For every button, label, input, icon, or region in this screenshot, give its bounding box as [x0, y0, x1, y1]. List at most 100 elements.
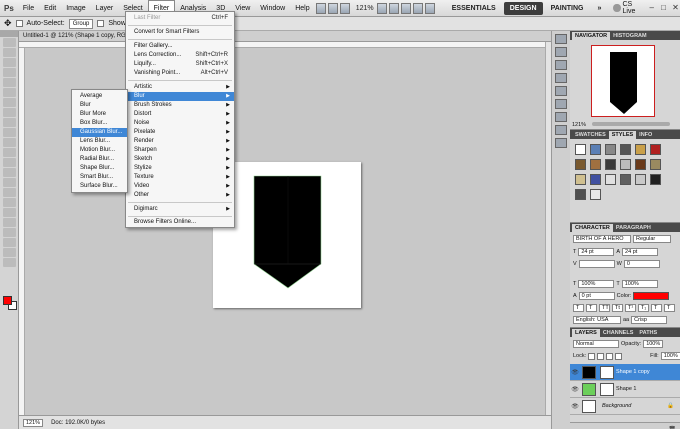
auto-select-checkbox[interactable]	[15, 20, 23, 27]
style-swatch[interactable]	[604, 174, 616, 185]
style-swatch[interactable]	[575, 174, 586, 185]
menu-sketch[interactable]: Sketch ▶	[126, 155, 234, 164]
menu-render[interactable]: Render ▶	[126, 137, 234, 146]
blur-box-blur[interactable]: Box Blur...	[72, 119, 127, 128]
layer-row-shape-1-copy[interactable]: 👁 Shape 1 copy	[570, 364, 680, 381]
panel-icon-6[interactable]	[555, 99, 567, 109]
bridge-icon[interactable]	[315, 2, 326, 14]
style-swatch[interactable]	[619, 144, 631, 155]
faux-bold-button[interactable]: T	[573, 304, 584, 312]
style-swatch[interactable]	[589, 174, 601, 185]
menu-distort[interactable]: Distort ▶	[126, 110, 234, 119]
workspace-essentials[interactable]: ESSENTIALS	[446, 2, 502, 15]
style-swatch[interactable]	[589, 144, 601, 155]
lasso-tool[interactable]	[3, 58, 16, 67]
brush-tool[interactable]	[3, 108, 16, 117]
type-tool[interactable]	[3, 188, 16, 197]
horizontal-scale-field[interactable]: 100%	[621, 280, 658, 288]
blur-gaussian-blur[interactable]: Gaussian Blur...	[72, 128, 127, 137]
default-colors-tool[interactable]	[3, 258, 16, 267]
lock-transparent-icon[interactable]	[588, 352, 596, 360]
font-style-dropdown[interactable]: Regular	[633, 235, 671, 243]
lock-image-icon[interactable]	[597, 352, 605, 360]
menu-image[interactable]: Image	[61, 0, 90, 17]
tab-navigator[interactable]: NAVIGATOR	[572, 32, 611, 40]
strikethrough-button[interactable]: T	[664, 304, 675, 312]
move-tool-icon[interactable]: ✥	[4, 18, 12, 29]
more-workspaces-button[interactable]: »	[592, 2, 608, 15]
tab-paragraph[interactable]: PARAGRAPH	[613, 224, 654, 232]
menu-file[interactable]: File	[18, 0, 39, 17]
visibility-eye-icon[interactable]: 👁	[570, 386, 580, 393]
blur-radial-blur[interactable]: Radial Blur...	[72, 155, 127, 164]
panel-icon-7[interactable]	[555, 112, 567, 122]
history-brush-tool[interactable]	[3, 128, 16, 137]
tab-layers[interactable]: LAYERS	[572, 329, 600, 337]
vertical-scale-field[interactable]: 100%	[578, 280, 615, 288]
style-swatch[interactable]	[589, 189, 601, 200]
move-tool[interactable]	[3, 38, 16, 47]
menu-filter-gallery[interactable]: Filter Gallery...	[126, 42, 234, 51]
tracking-field[interactable]: 0	[623, 260, 660, 268]
font-size-field[interactable]: 24 pt	[578, 248, 615, 256]
menu-help[interactable]: Help	[290, 0, 314, 17]
style-swatch[interactable]	[619, 174, 631, 185]
style-swatch[interactable]	[634, 144, 646, 155]
menu-noise[interactable]: Noise ▶	[126, 119, 234, 128]
style-swatch[interactable]	[619, 159, 631, 170]
menu-last-filter[interactable]: Last Filter Ctrl+F	[126, 14, 234, 23]
menu-browse-filters-online[interactable]: Browse Filters Online...	[126, 218, 234, 227]
screen-mode-icon[interactable]	[424, 2, 435, 14]
style-swatch[interactable]	[649, 144, 661, 155]
panel-icon-9[interactable]	[555, 138, 567, 148]
kerning-field[interactable]	[578, 260, 615, 268]
show-transform-checkbox[interactable]	[97, 20, 105, 27]
dodge-tool[interactable]	[3, 168, 16, 177]
blur-blur-more[interactable]: Blur More	[72, 110, 127, 119]
eyedropper-tool[interactable]	[3, 88, 16, 97]
close-button[interactable]: ✕	[671, 3, 680, 13]
menu-pixelate[interactable]: Pixelate ▶	[126, 128, 234, 137]
language-dropdown[interactable]: English: USA	[573, 316, 621, 324]
superscript-button[interactable]: T¹	[625, 304, 636, 312]
tab-info[interactable]: INFO	[636, 131, 655, 139]
document-tab[interactable]: Untitled-1 @ 121% (Shape 1 copy, RGB/8) …	[19, 31, 551, 42]
fill-field[interactable]: 100%	[660, 352, 680, 360]
blur-motion-blur[interactable]: Motion Blur...	[72, 146, 127, 155]
menu-artistic[interactable]: Artistic ▶	[126, 83, 234, 92]
tab-swatches[interactable]: SWATCHES	[572, 131, 609, 139]
hand-tool[interactable]	[3, 238, 16, 247]
subscript-button[interactable]: T₁	[638, 304, 649, 312]
quick-selection-tool[interactable]	[3, 68, 16, 77]
shape-tool[interactable]	[3, 208, 16, 217]
style-swatch[interactable]	[649, 174, 661, 185]
blur-shape-blur[interactable]: Shape Blur...	[72, 164, 127, 173]
pen-tool[interactable]	[3, 178, 16, 187]
eraser-tool[interactable]	[3, 138, 16, 147]
menu-layer[interactable]: Layer	[91, 0, 119, 17]
underline-button[interactable]: T	[651, 304, 662, 312]
3d-camera-tool[interactable]	[3, 228, 16, 237]
opacity-field[interactable]: 100%	[643, 340, 664, 348]
navigator-thumbnail[interactable]	[591, 45, 655, 117]
view-extras-icon[interactable]	[339, 2, 350, 14]
blur-smart-blur[interactable]: Smart Blur...	[72, 173, 127, 182]
blur-tool[interactable]	[3, 158, 16, 167]
document-canvas[interactable]	[213, 162, 361, 308]
panel-icon-8[interactable]	[555, 125, 567, 135]
style-swatch[interactable]	[575, 189, 586, 200]
panel-icon-1[interactable]	[555, 34, 567, 44]
panel-icon-3[interactable]	[555, 60, 567, 70]
style-swatch[interactable]	[604, 159, 616, 170]
tab-channels[interactable]: CHANNELS	[600, 329, 637, 337]
tab-character[interactable]: CHARACTER	[572, 224, 613, 232]
small-caps-button[interactable]: Tt	[612, 304, 623, 312]
style-swatch[interactable]	[634, 159, 646, 170]
visibility-eye-icon[interactable]: 👁	[570, 403, 580, 410]
panel-icon-5[interactable]	[555, 86, 567, 96]
blur-average[interactable]: Average	[72, 92, 127, 101]
menu-digimarc[interactable]: Digimarc ▶	[126, 205, 234, 214]
blur-blur[interactable]: Blur	[72, 101, 127, 110]
minimize-button[interactable]: –	[647, 3, 656, 13]
baseline-field[interactable]: 0 pt	[578, 292, 615, 300]
